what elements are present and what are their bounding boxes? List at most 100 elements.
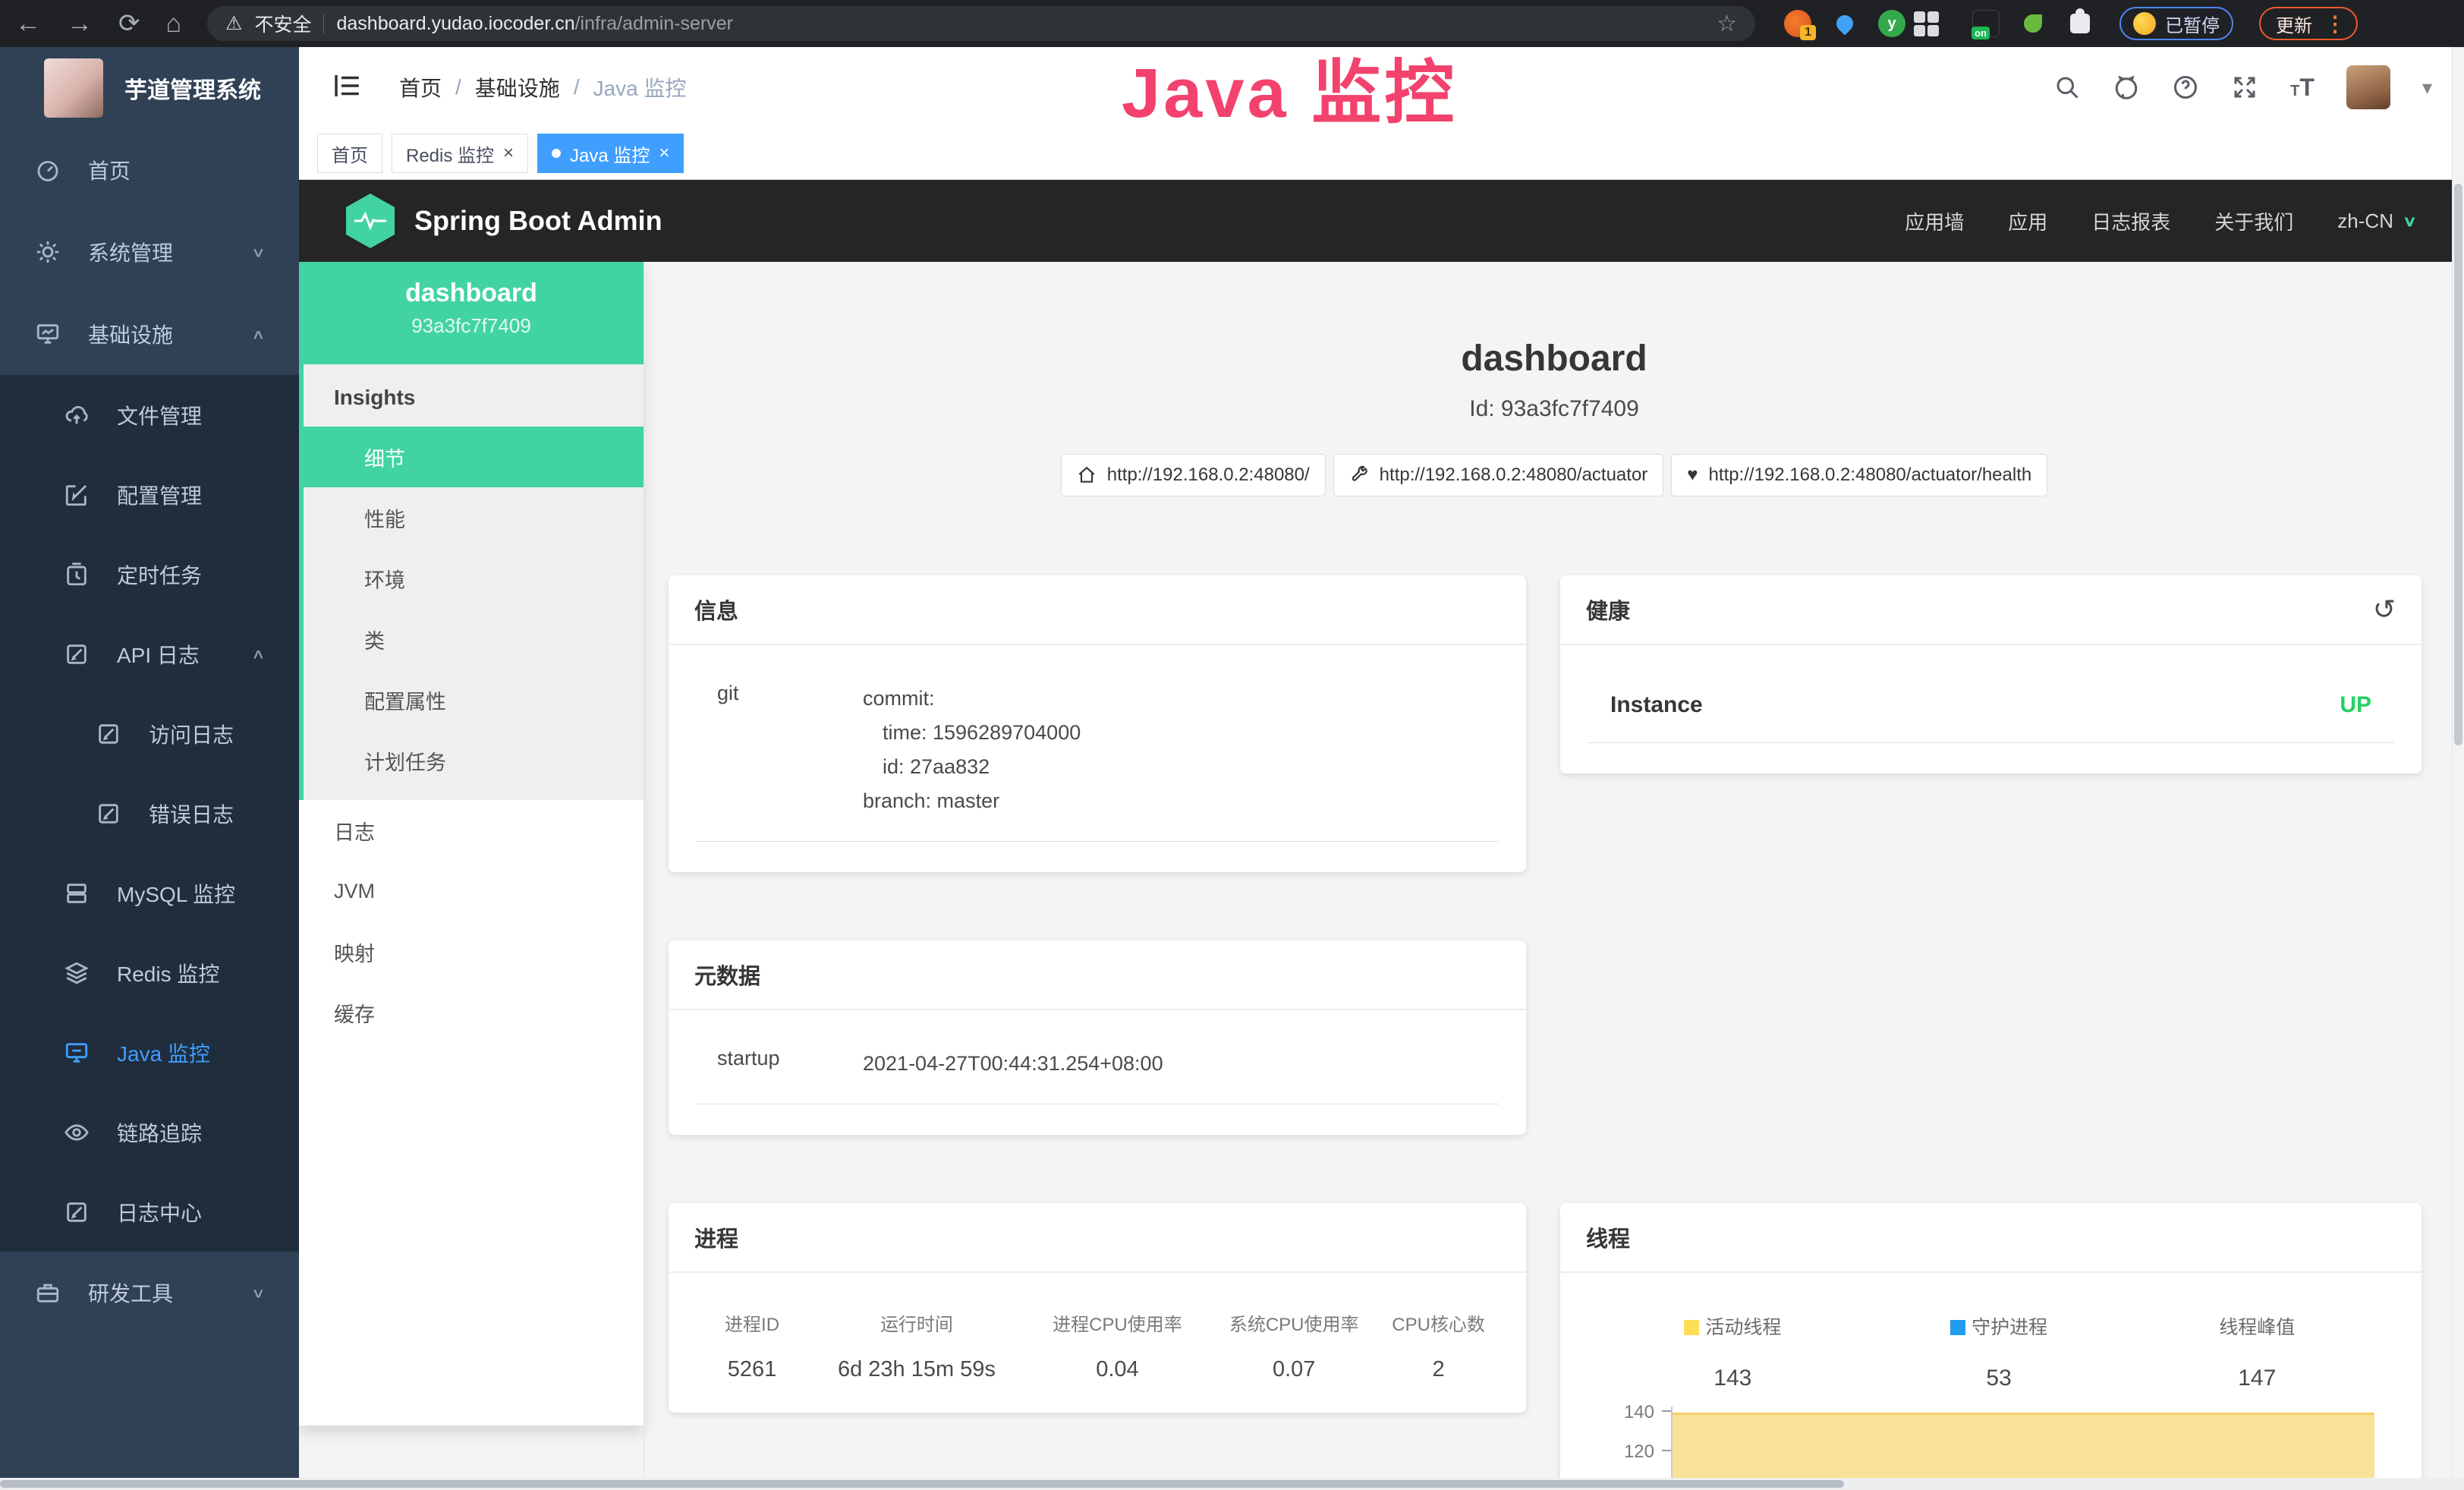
sba-item-details[interactable]: 细节 bbox=[299, 427, 644, 487]
dashboard-icon bbox=[35, 157, 61, 183]
metadata-startup-row: startup 2021-04-27T00:44:31.254+08:00 bbox=[696, 1047, 1499, 1104]
sba-instance-header[interactable]: dashboard 93a3fc7f7409 bbox=[299, 262, 644, 364]
sba-nav-applications[interactable]: 应用 bbox=[2008, 207, 2047, 235]
github-icon[interactable] bbox=[2113, 74, 2140, 101]
sidebar-item-infrastructure[interactable]: 基础设施 ∧ bbox=[0, 293, 299, 375]
sidebar-item-error-logs[interactable]: 错误日志 bbox=[0, 773, 299, 853]
health-url-button[interactable]: ♥ http://192.168.0.2:48080/actuator/heal… bbox=[1671, 454, 2047, 496]
sba-nav-wallboard[interactable]: 应用墙 bbox=[1905, 207, 1964, 235]
sidebar-item-label: 错误日志 bbox=[149, 799, 234, 829]
sidebar-item-config-management[interactable]: 配置管理 bbox=[0, 455, 299, 534]
extension-y-icon[interactable]: y bbox=[1878, 10, 1905, 37]
browser-forward-icon[interactable]: → bbox=[67, 11, 93, 36]
sba-item-caches[interactable]: 缓存 bbox=[299, 982, 644, 1043]
sba-item-config-props[interactable]: 配置属性 bbox=[304, 669, 644, 730]
tag-java-monitor[interactable]: Java 监控 × bbox=[537, 134, 684, 173]
service-url-button[interactable]: http://192.168.0.2:48080/ bbox=[1061, 454, 1326, 496]
tag-label: 首页 bbox=[332, 140, 368, 167]
sidebar-item-label: 访问日志 bbox=[149, 719, 234, 749]
tag-home[interactable]: 首页 bbox=[317, 134, 382, 173]
browser-menu-dots-icon[interactable]: ⋮ bbox=[2324, 11, 2346, 36]
browser-home-icon[interactable]: ⌂ bbox=[166, 11, 182, 36]
font-size-icon[interactable]: TT bbox=[2290, 74, 2315, 102]
address-bar[interactable]: ⚠ 不安全 dashboard.yudao.iocoder.cn/infra/a… bbox=[207, 6, 1755, 41]
git-branch-line: branch: master bbox=[863, 784, 1081, 818]
browser-reload-icon[interactable]: ⟳ bbox=[118, 11, 140, 36]
sidebar-item-mysql-monitor[interactable]: MySQL 监控 bbox=[0, 853, 299, 933]
log-icon bbox=[64, 1199, 90, 1225]
health-card: 健康 ↺ Instance UP bbox=[1560, 575, 2422, 773]
chevron-down-icon: ∨ bbox=[251, 1284, 266, 1301]
vertical-scrollbar[interactable] bbox=[2452, 47, 2464, 1490]
user-avatar[interactable] bbox=[2346, 65, 2390, 109]
help-icon[interactable] bbox=[2172, 74, 2199, 101]
security-label[interactable]: 不安全 bbox=[254, 10, 311, 37]
sba-item-jvm[interactable]: JVM bbox=[299, 861, 644, 921]
sba-insights-section: Insights 细节 性能 环境 类 配置属性 计划任务 bbox=[299, 364, 644, 800]
sba-item-logs[interactable]: 日志 bbox=[299, 800, 644, 861]
extension-grid-icon[interactable] bbox=[1925, 10, 1953, 37]
sidebar-item-log-center[interactable]: 日志中心 bbox=[0, 1172, 299, 1252]
hamburger-icon[interactable] bbox=[331, 70, 363, 106]
sidebar-item-api-logs[interactable]: API 日志 ∧ bbox=[0, 614, 299, 694]
sidebar-item-file-management[interactable]: 文件管理 bbox=[0, 375, 299, 455]
sba-nav-journal[interactable]: 日志报表 bbox=[2091, 207, 2170, 235]
sba-locale-select[interactable]: zh-CN ∨ bbox=[2337, 209, 2417, 233]
annotation-java-monitor: Java 监控 bbox=[1122, 36, 1457, 137]
health-instance-row[interactable]: Instance UP bbox=[1588, 682, 2394, 743]
sba-item-classes[interactable]: 类 bbox=[304, 609, 644, 669]
sidebar-item-access-logs[interactable]: 访问日志 bbox=[0, 694, 299, 773]
horizontal-scrollbar[interactable] bbox=[0, 1478, 2464, 1490]
actuator-url-button[interactable]: http://192.168.0.2:48080/actuator bbox=[1333, 454, 1664, 496]
vertical-scrollbar-thumb[interactable] bbox=[2454, 184, 2462, 745]
update-button[interactable]: 更新 ⋮ bbox=[2259, 7, 2358, 40]
url-text[interactable]: dashboard.yudao.iocoder.cn/infra/admin-s… bbox=[336, 13, 733, 35]
process-value-uptime: 6d 23h 15m 59s bbox=[808, 1357, 1025, 1382]
sba-item-scheduled-tasks[interactable]: 计划任务 bbox=[304, 730, 644, 791]
bookmark-star-icon[interactable]: ☆ bbox=[1717, 11, 1737, 37]
sidebar-item-tracing[interactable]: 链路追踪 bbox=[0, 1092, 299, 1172]
process-value-pid: 5261 bbox=[696, 1357, 808, 1382]
paused-badge[interactable]: 已暂停 bbox=[2119, 7, 2233, 40]
sba-item-metrics[interactable]: 性能 bbox=[304, 487, 644, 548]
browser-back-icon[interactable]: ← bbox=[15, 11, 41, 36]
fullscreen-icon[interactable] bbox=[2231, 74, 2258, 101]
sidebar-item-home[interactable]: 首页 bbox=[0, 129, 299, 211]
close-icon[interactable]: × bbox=[659, 143, 669, 164]
y-tick-120: 120 bbox=[1588, 1441, 1654, 1463]
extension-sprout-icon[interactable] bbox=[2019, 10, 2047, 37]
extension-pin-icon[interactable] bbox=[1831, 10, 1858, 37]
monitor-icon bbox=[35, 321, 61, 347]
close-icon[interactable]: × bbox=[503, 143, 514, 164]
history-icon[interactable]: ↺ bbox=[2373, 594, 2396, 625]
sba-nav-about[interactable]: 关于我们 bbox=[2214, 207, 2293, 235]
user-caret-icon[interactable]: ▾ bbox=[2422, 76, 2432, 99]
sba-item-mappings[interactable]: 映射 bbox=[299, 921, 644, 982]
health-instance-label: Instance bbox=[1610, 692, 1703, 718]
horizontal-scrollbar-thumb[interactable] bbox=[0, 1480, 1844, 1488]
sidebar-item-label: MySQL 监控 bbox=[117, 878, 235, 909]
sba-header: Spring Boot Admin 应用墙 应用 日志报表 关于我们 zh-CN… bbox=[299, 180, 2464, 262]
process-header-pid: 进程ID bbox=[696, 1309, 808, 1336]
process-header-cpus: CPU核心数 bbox=[1378, 1309, 1499, 1336]
sba-section-label: Insights bbox=[304, 364, 644, 427]
breadcrumb-infrastructure[interactable]: 基础设施 bbox=[475, 72, 560, 102]
spring-boot-admin-logo-icon[interactable] bbox=[346, 194, 395, 248]
extension-on-icon[interactable]: on bbox=[1972, 10, 2000, 37]
extension-refresh-icon[interactable]: 1 bbox=[1784, 10, 1811, 37]
sba-brand-title[interactable]: Spring Boot Admin bbox=[414, 205, 662, 237]
sidebar-item-system[interactable]: 系统管理 ∨ bbox=[0, 211, 299, 293]
extension-puzzle-icon[interactable] bbox=[2066, 10, 2094, 37]
sidebar-item-redis-monitor[interactable]: Redis 监控 bbox=[0, 933, 299, 1013]
update-label: 更新 bbox=[2276, 11, 2312, 37]
sidebar-item-label: API 日志 bbox=[117, 639, 200, 669]
sidebar-item-dev-tools[interactable]: 研发工具 ∨ bbox=[0, 1252, 299, 1334]
sba-instance-name: dashboard bbox=[299, 279, 644, 308]
sba-item-environment[interactable]: 环境 bbox=[304, 548, 644, 609]
app-logo-row[interactable]: 芋道管理系统 bbox=[0, 47, 299, 129]
sidebar-item-java-monitor[interactable]: Java 监控 bbox=[0, 1013, 299, 1092]
breadcrumb-home[interactable]: 首页 bbox=[399, 72, 442, 102]
search-icon[interactable] bbox=[2053, 74, 2081, 101]
sidebar-item-scheduled-jobs[interactable]: 定时任务 bbox=[0, 534, 299, 614]
tag-redis-monitor[interactable]: Redis 监控 × bbox=[392, 134, 528, 173]
